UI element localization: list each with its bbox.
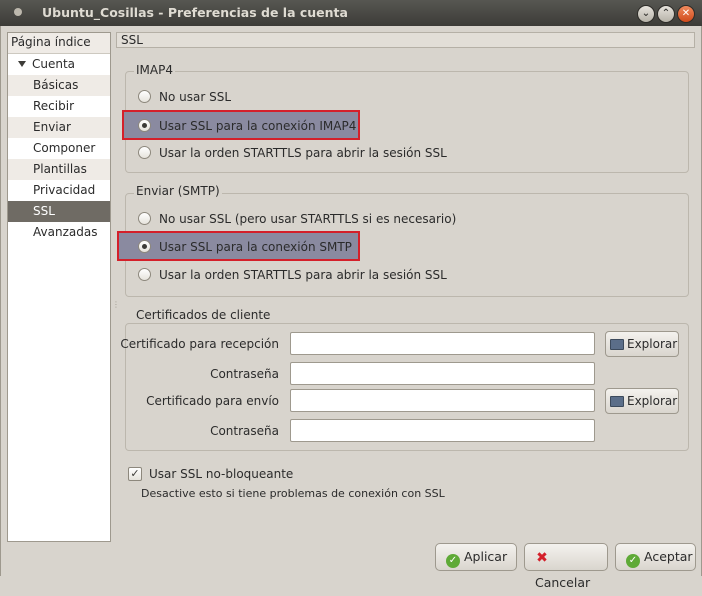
dialog-body: Página índice Cuenta Básicas Recibir Env… (0, 26, 702, 590)
apply-button[interactable]: ✓ Aplicar (435, 543, 517, 571)
radio-label: No usar SSL (159, 90, 232, 104)
imap-option-ssl[interactable]: Usar SSL para la conexión IMAP4 (122, 110, 360, 140)
sidebar-item-componer[interactable]: Componer (8, 138, 110, 159)
certs-group-title: Certificados de cliente (134, 308, 273, 322)
browse-send-button[interactable]: Explorar (605, 388, 679, 414)
close-icon[interactable]: ✕ (677, 5, 695, 23)
check-icon: ✓ (626, 554, 640, 568)
window-title: Ubuntu_Cosillas - Preferencias de la cue… (42, 5, 348, 20)
radio-button[interactable] (138, 268, 151, 281)
nonblocking-hint: Desactive esto si tiene problemas de con… (141, 487, 445, 500)
smtp-group-title: Enviar (SMTP) (134, 184, 222, 198)
maximize-icon[interactable]: ⌃ (657, 5, 675, 23)
radio-label: Usar la orden STARTTLS para abrir la ses… (159, 268, 447, 282)
browse-receive-button[interactable]: Explorar (605, 331, 679, 357)
title-bar: Ubuntu_Cosillas - Preferencias de la cue… (0, 0, 702, 26)
send-password-field[interactable] (290, 419, 595, 442)
receive-cert-field[interactable] (290, 332, 595, 355)
receive-password-field[interactable] (290, 362, 595, 385)
imap-option-starttls[interactable]: Usar la orden STARTTLS para abrir la ses… (138, 142, 538, 164)
browse-label: Explorar (627, 337, 678, 351)
sidebar-item-recibir[interactable]: Recibir (8, 96, 110, 117)
sidebar-item-plantillas[interactable]: Plantillas (8, 159, 110, 180)
send-password-label: Contraseña (210, 424, 279, 438)
sidebar-item-avanzadas[interactable]: Avanzadas (8, 222, 110, 243)
smtp-option-ssl[interactable]: Usar SSL para la conexión SMTP (117, 231, 360, 261)
radio-button[interactable] (138, 146, 151, 159)
pane-splitter-handle[interactable]: ⋮ (112, 300, 120, 309)
radio-label: Usar la orden STARTTLS para abrir la ses… (159, 146, 447, 160)
cancel-button[interactable]: ✖ Cancelar (524, 543, 608, 590)
radio-label: No usar SSL (pero usar STARTTLS si es ne… (159, 212, 457, 226)
smtp-option-no-ssl[interactable]: No usar SSL (pero usar STARTTLS si es ne… (138, 208, 538, 230)
accept-label: Aceptar (644, 549, 693, 564)
radio-button[interactable] (138, 90, 151, 103)
cancel-label: Cancelar (535, 575, 591, 590)
apply-label: Aplicar (464, 549, 508, 564)
imap-group-title: IMAP4 (134, 63, 175, 77)
window-menu-icon[interactable] (14, 8, 22, 16)
sidebar-item-privacidad[interactable]: Privacidad (8, 180, 110, 201)
receive-password-label: Contraseña (210, 367, 279, 381)
sidebar-tree: Cuenta Básicas Recibir Enviar Componer P… (8, 54, 110, 243)
smtp-option-starttls[interactable]: Usar la orden STARTTLS para abrir la ses… (138, 264, 538, 286)
radio-button[interactable] (138, 119, 151, 132)
imap-option-no-ssl[interactable]: No usar SSL (138, 86, 438, 108)
sidebar-item-ssl[interactable]: SSL (8, 201, 110, 222)
folder-icon (610, 396, 624, 407)
sidebar-item-label: Cuenta (32, 57, 76, 71)
expand-triangle-icon[interactable] (18, 61, 26, 67)
send-cert-field[interactable] (290, 389, 595, 412)
folder-icon (610, 339, 624, 350)
radio-label: Usar SSL para la conexión IMAP4 (159, 119, 357, 133)
minimize-icon[interactable]: ⌄ (637, 5, 655, 23)
radio-label: Usar SSL para la conexión SMTP (159, 240, 352, 254)
sidebar-item-basicas[interactable]: Básicas (8, 75, 110, 96)
receive-cert-label: Certificado para recepción (120, 337, 279, 351)
send-cert-label: Certificado para envío (146, 394, 279, 408)
sidebar-item-enviar[interactable]: Enviar (8, 117, 110, 138)
sidebar-header[interactable]: Página índice (8, 33, 110, 54)
nonblocking-label[interactable]: Usar SSL no-bloqueante (149, 467, 293, 481)
page-title: SSL (116, 32, 695, 48)
cross-icon: ✖ (536, 550, 548, 566)
browse-label: Explorar (627, 394, 678, 408)
nonblocking-checkbox[interactable]: ✓ (128, 467, 142, 481)
check-icon: ✓ (446, 554, 460, 568)
radio-button[interactable] (138, 240, 151, 253)
accept-button[interactable]: ✓ Aceptar (615, 543, 696, 571)
sidebar: Página índice Cuenta Básicas Recibir Env… (7, 32, 111, 542)
sidebar-item-cuenta[interactable]: Cuenta (8, 54, 110, 75)
radio-button[interactable] (138, 212, 151, 225)
